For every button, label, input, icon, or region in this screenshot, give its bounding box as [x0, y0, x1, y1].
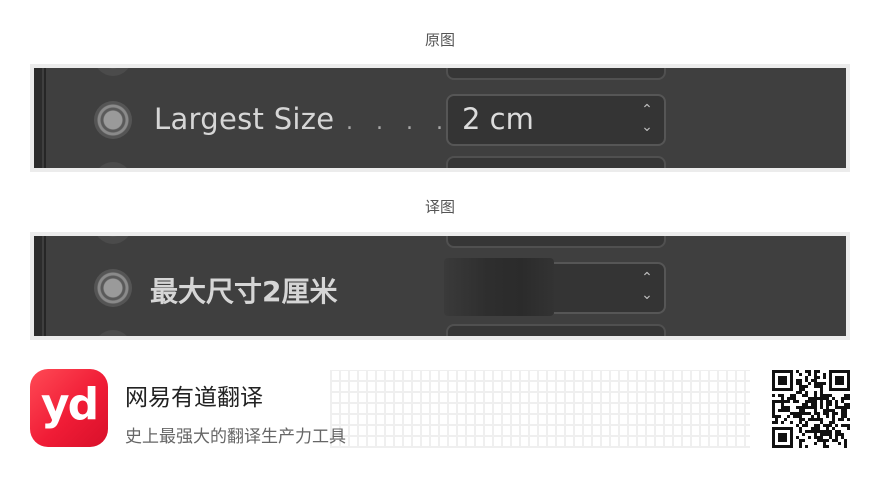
radio-below[interactable] [94, 330, 132, 336]
radio-above[interactable] [94, 236, 132, 244]
spinner-up-icon[interactable]: ⌃ [636, 102, 658, 119]
field-above[interactable] [446, 236, 666, 248]
left-strip [34, 236, 42, 336]
largest-size-field[interactable]: 2 cm ⌃ ⌄ [446, 94, 666, 146]
background-watermark [330, 370, 750, 448]
translated-screenshot-panel: 最大尺寸2厘米 ⌃ ⌄ [30, 232, 850, 340]
largest-size-radio[interactable] [94, 101, 132, 139]
qr-code [772, 370, 850, 448]
largest-size-value[interactable]: 2 cm [462, 102, 534, 136]
spinner-control[interactable]: ⌃ ⌄ [636, 102, 658, 140]
largest-size-label: Largest Size [154, 102, 335, 136]
spinner-up-icon[interactable]: ⌃ [636, 270, 658, 287]
translated-field[interactable]: ⌃ ⌄ [554, 262, 666, 314]
translated-label: 最大尺寸2厘米 [150, 275, 338, 308]
brand-slogan: 史上最强大的翻译生产力工具 [125, 427, 346, 447]
translated-caption: 译图 [424, 198, 455, 216]
brand-name: 网易有道翻译 [125, 385, 263, 411]
field-above[interactable] [446, 68, 666, 80]
largest-size-radio[interactable] [94, 269, 132, 307]
left-divider [44, 236, 46, 336]
spinner-down-icon[interactable]: ⌄ [636, 287, 658, 304]
field-below[interactable] [446, 156, 666, 168]
left-strip [34, 68, 42, 168]
youdao-logo: yd [30, 369, 108, 447]
spinner-control[interactable]: ⌃ ⌄ [636, 270, 658, 308]
radio-above[interactable] [94, 68, 132, 76]
original-screenshot-panel: Largest Size . . . . 2 cm ⌃ ⌄ [30, 64, 850, 172]
logo-text: yd [40, 379, 99, 430]
translated-dark-area: 最大尺寸2厘米 ⌃ ⌄ [34, 236, 846, 336]
erased-region [444, 258, 554, 316]
leader-dots: . . . . [346, 110, 451, 135]
left-divider [44, 68, 46, 168]
radio-below[interactable] [94, 162, 132, 168]
field-below[interactable] [446, 324, 666, 336]
original-caption: 原图 [424, 31, 455, 49]
original-dark-area: Largest Size . . . . 2 cm ⌃ ⌄ [34, 68, 846, 168]
qr-code-graphic [772, 370, 850, 448]
spinner-down-icon[interactable]: ⌄ [636, 119, 658, 136]
